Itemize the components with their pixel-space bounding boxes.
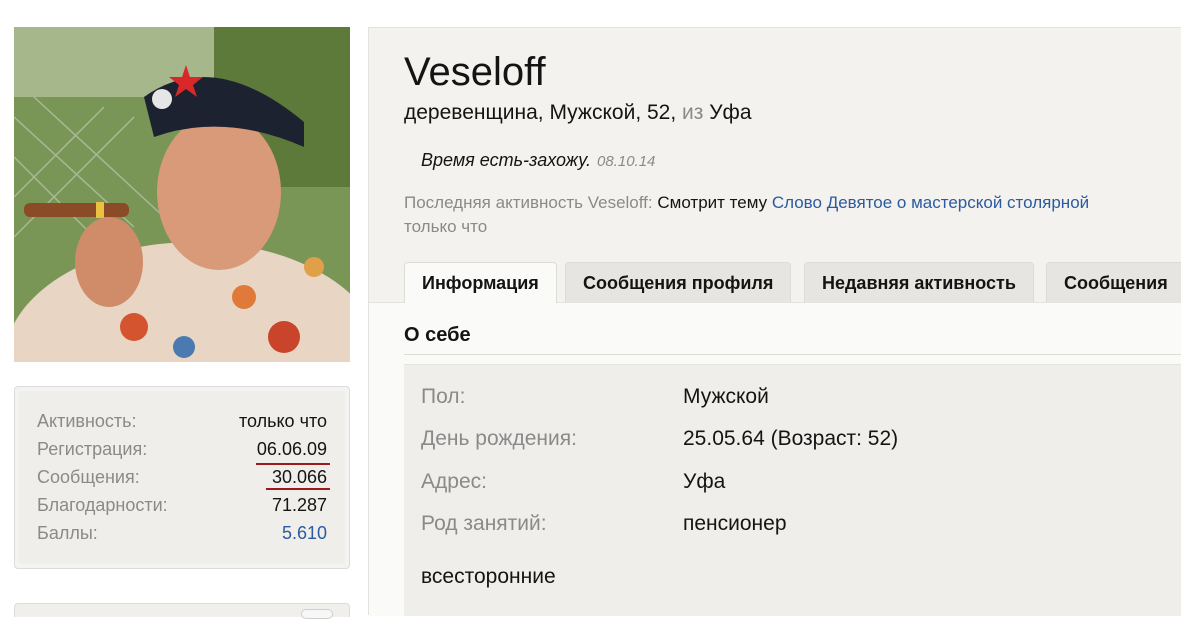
sidebar-block-toggle[interactable] [301, 609, 333, 619]
stat-value: 71.287 [271, 495, 327, 515]
stat-label: Баллы: [37, 523, 98, 543]
stat-row-activity: Активность: только что [37, 409, 327, 437]
profile-main-panel: Veseloff деревенщина, Мужской, 52, из Уф… [368, 27, 1181, 616]
stat-label: Регистрация: [37, 439, 148, 459]
stat-row-likes: Благодарности: 71.287 [37, 493, 327, 521]
about-info-box: Пол: Мужской День рождения: 25.05.64 (Во… [404, 364, 1181, 616]
tab-messages[interactable]: Сообщения [1046, 262, 1181, 303]
activity-time: только что [404, 217, 488, 236]
tab-information[interactable]: Информация [404, 262, 557, 304]
stat-value[interactable]: 30.066 [272, 465, 327, 489]
stat-label: Активность: [37, 411, 137, 431]
about-text: всесторонние [421, 565, 556, 588]
user-age: 52 [646, 101, 671, 124]
profile-blurb: деревенщина, Мужской, 52, из Уфа [404, 101, 752, 124]
stat-value: 06.06.09 [256, 439, 327, 459]
stat-label: Благодарности: [37, 495, 168, 515]
annotation-underline-messages [266, 488, 330, 490]
info-value: 25.05.64 (Возраст: 52) [683, 427, 899, 450]
annotation-underline-registration [256, 463, 330, 465]
info-label: Пол: [421, 385, 466, 408]
status-date[interactable]: 08.10.14 [597, 153, 655, 170]
profile-status: Время есть-захожу. 08.10.14 [421, 148, 655, 174]
last-activity: Последняя активность Veseloff: Смотрит т… [404, 191, 1181, 215]
profile-username: Veseloff [404, 50, 546, 94]
activity-thread-link[interactable]: Слово Девятое о мастерской столярной [772, 193, 1089, 212]
info-label: День рождения: [421, 427, 577, 450]
activity-prefix: Последняя активность Veseloff: [404, 193, 653, 212]
stats-list: Активность: только что Регистрация: 06.0… [19, 391, 345, 564]
user-city-link[interactable]: Уфа [709, 101, 751, 124]
user-title: деревенщина [404, 101, 538, 124]
tab-content-information: О себе Пол: Мужской День рождения: 25.05… [369, 303, 1181, 616]
user-gender: Мужской [549, 101, 636, 124]
info-value: Уфа [683, 470, 726, 493]
info-label: Род занятий: [421, 512, 547, 535]
profile-avatar[interactable] [14, 27, 350, 362]
section-divider [404, 354, 1181, 355]
section-title-about: О себе [404, 324, 471, 346]
status-text: Время есть-захожу. [421, 150, 592, 170]
stat-row-points: Баллы: 5.610 [37, 521, 327, 549]
info-row-gender: Пол: Мужской [421, 382, 1161, 412]
tab-recent-activity[interactable]: Недавняя активность [804, 262, 1034, 303]
stat-value-link[interactable]: 5.610 [282, 521, 327, 545]
info-row-occupation: Род занятий: пенсионер [421, 509, 1161, 539]
info-value: Мужской [683, 385, 769, 408]
profile-tabs: Информация Сообщения профиля Недавняя ак… [369, 262, 1181, 304]
activity-action: Смотрит тему [657, 193, 768, 212]
info-value: пенсионер [683, 512, 787, 535]
stat-value: только что [238, 411, 327, 431]
avatar-photo [14, 27, 350, 362]
stat-row-registration: Регистрация: 06.06.09 [37, 437, 327, 465]
info-row-address: Адрес: Уфа [421, 467, 1161, 497]
info-label: Адрес: [421, 470, 487, 493]
profile-stats-card: Активность: только что Регистрация: 06.0… [14, 386, 350, 569]
stat-label: Сообщения: [37, 467, 140, 487]
info-row-birthday: День рождения: 25.05.64 (Возраст: 52) [421, 424, 1161, 454]
from-word: из [682, 101, 704, 124]
tab-profile-posts[interactable]: Сообщения профиля [565, 262, 792, 303]
